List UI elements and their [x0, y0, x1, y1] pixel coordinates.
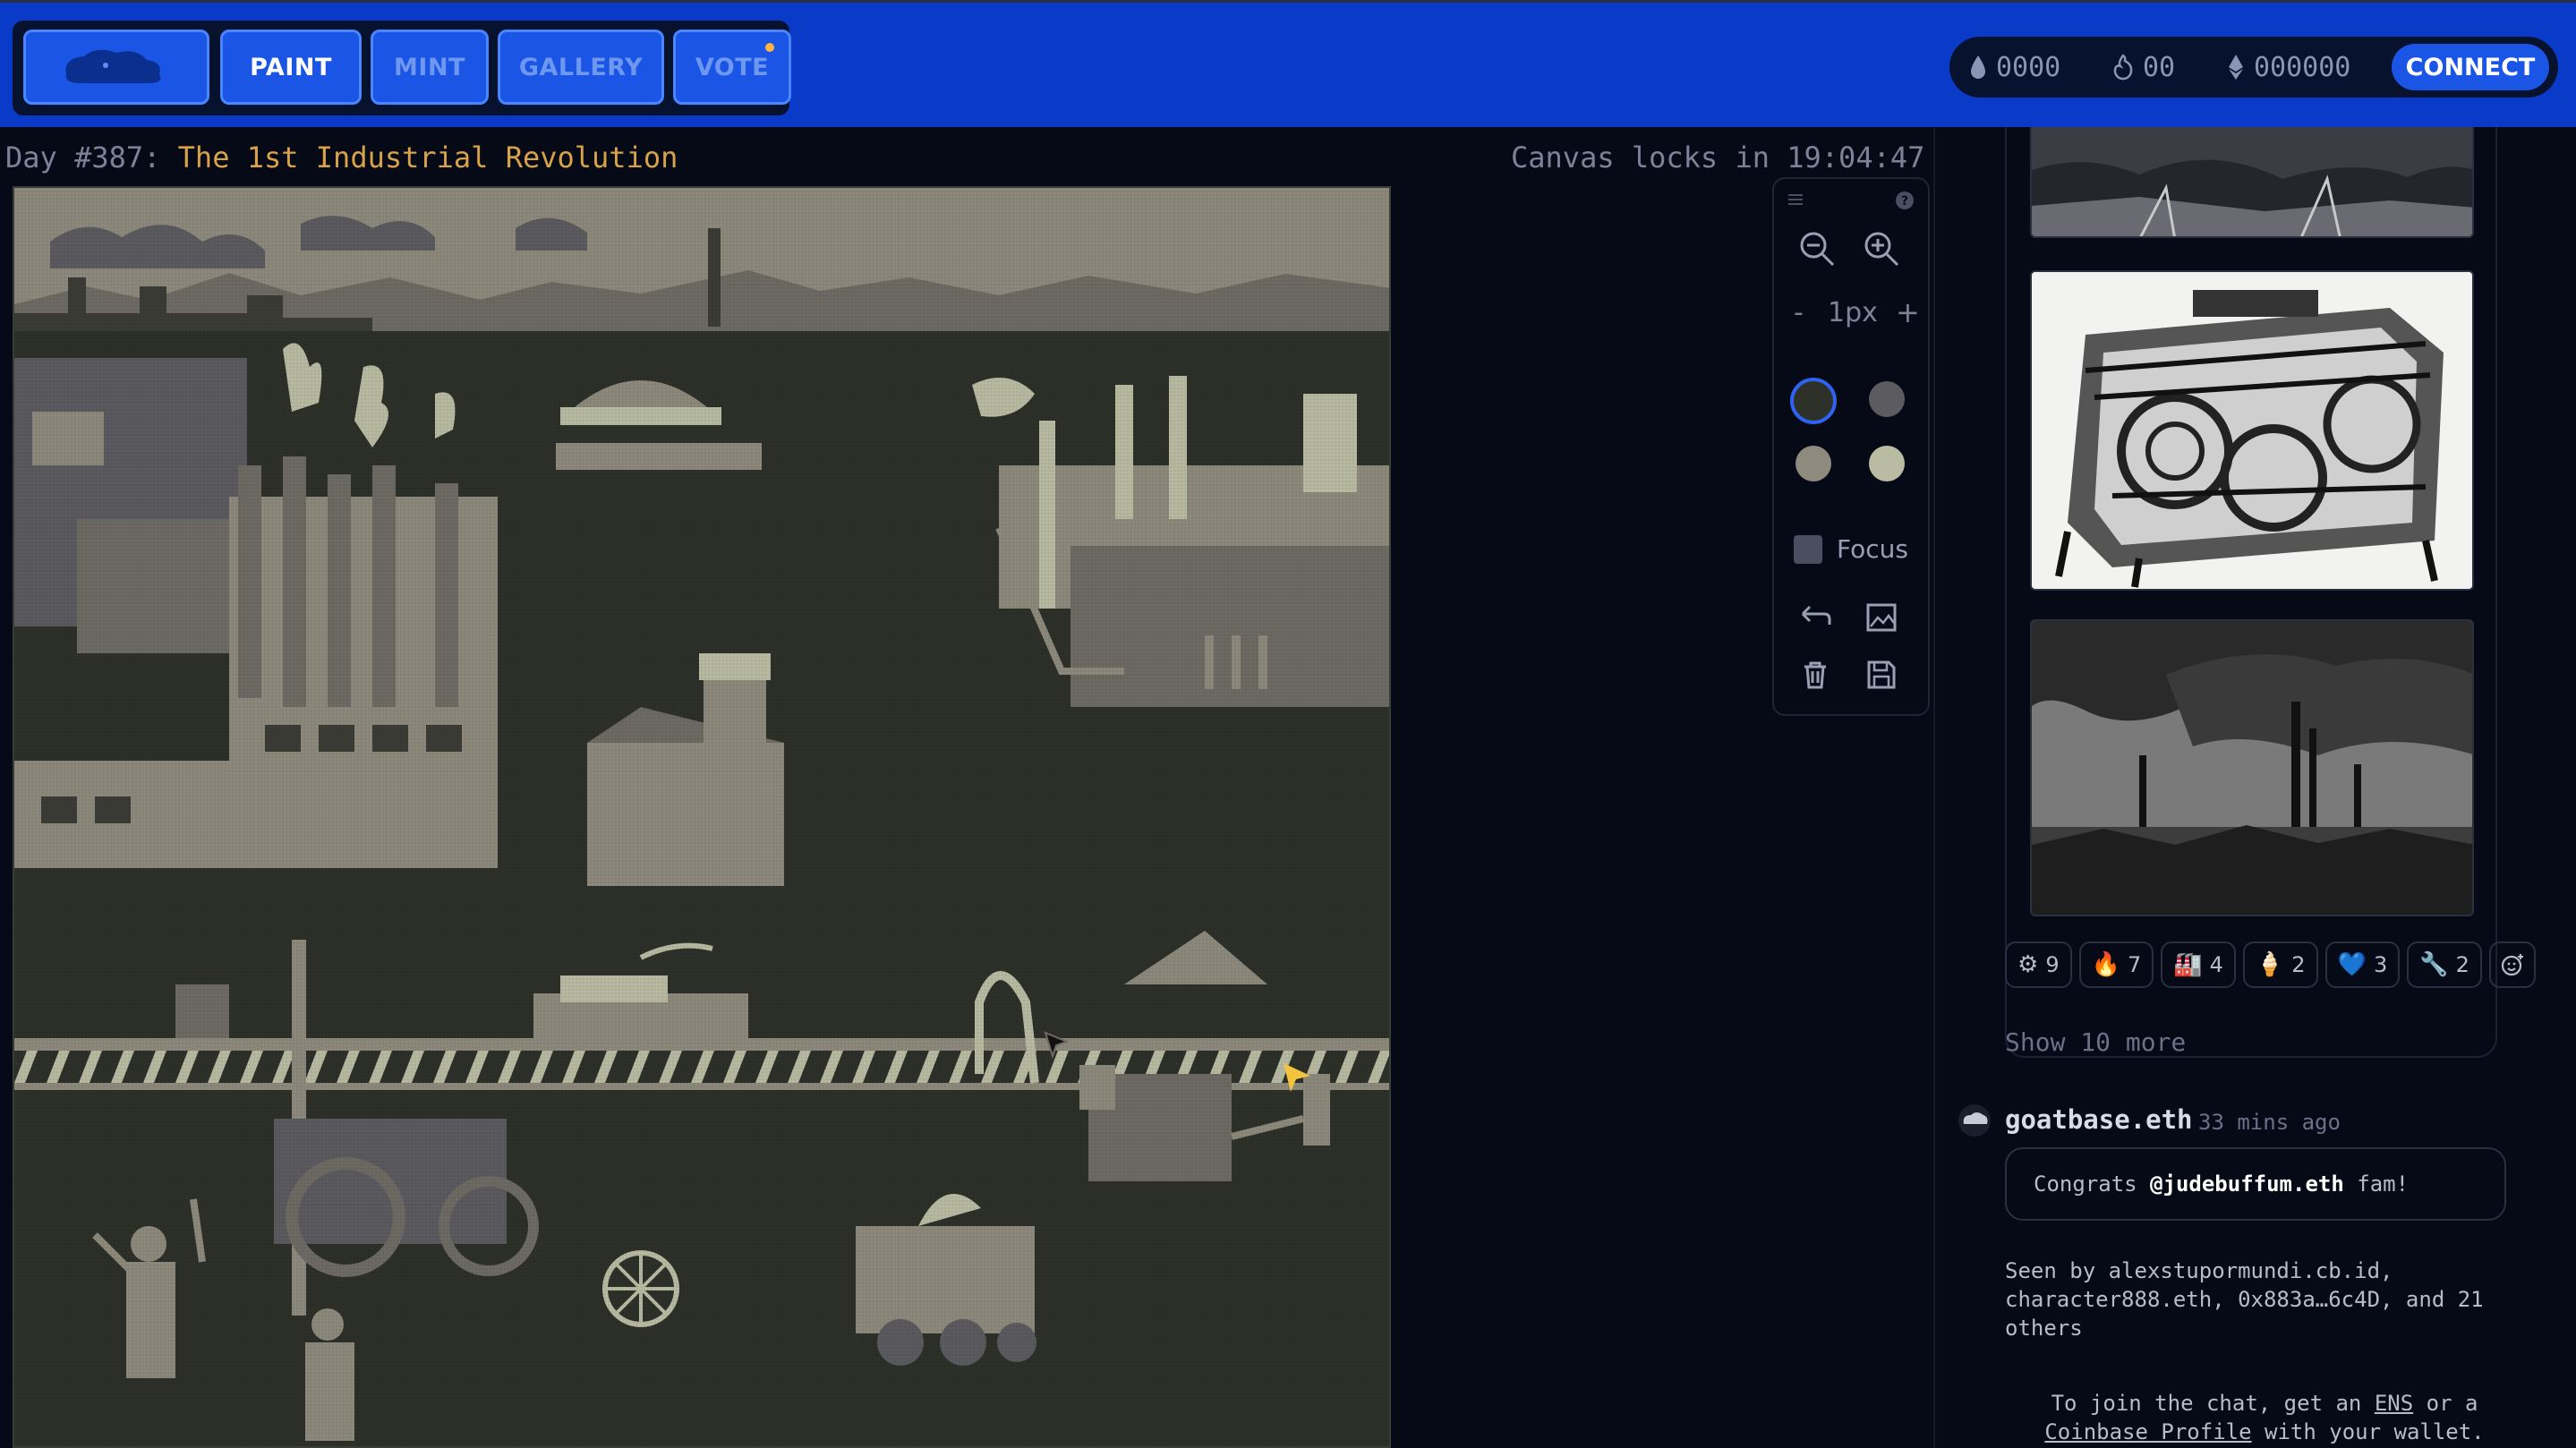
gallery-button[interactable]: GALLERY: [498, 30, 664, 105]
vote-button[interactable]: VOTE: [673, 30, 791, 105]
zoom-out-icon[interactable]: [1797, 229, 1837, 268]
reaction-bar: ⚙ 9 🔥 7 🏭 4 🍦 2 💙 3 🔧 2: [2005, 941, 2536, 988]
ens-link[interactable]: ENS: [2375, 1391, 2413, 1416]
eth-stat: 000000: [2227, 37, 2350, 98]
reaction-count: 2: [2455, 952, 2469, 977]
reaction-emoji: 🔧: [2419, 951, 2449, 978]
message-text: Congrats: [2034, 1171, 2151, 1197]
eth-balance: 000000: [2254, 51, 2351, 83]
reaction-chip[interactable]: 💙 3: [2324, 941, 2401, 988]
tool-panel: ? - 1px + Focus: [1772, 177, 1930, 716]
reaction-chip[interactable]: 🔧 2: [2407, 941, 2482, 988]
show-more-link[interactable]: Show 10 more: [2005, 1027, 2186, 1057]
day-title: Day #387: The 1st Industrial Revolution: [5, 141, 678, 175]
add-reaction-button[interactable]: [2488, 941, 2536, 988]
add-emoji-icon: [2501, 954, 2523, 976]
join-chat-notice: To join the chat, get an ENS or a Coinbas…: [2005, 1389, 2524, 1446]
join-text-1: To join the chat, get an: [2051, 1391, 2375, 1416]
reference-image-landscape[interactable]: [2030, 127, 2474, 238]
trash-icon[interactable]: [1799, 659, 1831, 691]
fire-stat: 00: [2112, 37, 2175, 98]
fire-count: 00: [2143, 51, 2176, 83]
join-text-3: with your wallet.: [2251, 1419, 2485, 1444]
reaction-count: 7: [2127, 952, 2142, 977]
coinbase-profile-link[interactable]: Coinbase Profile: [2044, 1419, 2251, 1444]
color-swatch-3[interactable]: [1796, 446, 1831, 481]
color-swatch-4[interactable]: [1869, 446, 1905, 481]
save-icon[interactable]: [1865, 659, 1898, 691]
help-icon[interactable]: ?: [1894, 190, 1915, 211]
canvas-artwork: [14, 188, 1389, 1446]
vote-label: VOTE: [695, 53, 770, 81]
day-number: Day #387:: [5, 141, 178, 175]
eth-icon: [2229, 55, 2243, 80]
user-avatar-icon: [1958, 1104, 1991, 1137]
color-swatch-2[interactable]: [1869, 381, 1905, 417]
undo-icon[interactable]: [1797, 601, 1833, 634]
message-author[interactable]: goatbase.eth: [2005, 1104, 2193, 1135]
color-swatch-1[interactable]: [1790, 378, 1837, 424]
connect-wallet-button[interactable]: CONNECT: [2392, 44, 2549, 90]
drops-count: 0000: [1996, 51, 2061, 83]
reaction-count: 9: [2045, 952, 2060, 977]
reaction-emoji: 🔥: [2091, 951, 2120, 978]
top-bar: PAINT MINT GALLERY VOTE 0000 00 000000 C…: [0, 0, 2576, 127]
drops-stat: 0000: [1969, 37, 2060, 98]
message-text-end: fam!: [2343, 1171, 2410, 1197]
home-logo-button[interactable]: [23, 30, 209, 105]
mint-button[interactable]: MINT: [371, 30, 489, 105]
reaction-count: 2: [2291, 952, 2306, 977]
pixel-canvas[interactable]: [13, 186, 1391, 1448]
nav-group: PAINT MINT GALLERY VOTE: [13, 21, 791, 115]
canvas-lock-timer: Canvas locks in 19:04:47: [1511, 141, 1925, 175]
reaction-emoji: 🍦: [2255, 951, 2285, 978]
reaction-count: 4: [2209, 952, 2223, 977]
flame-icon: [2113, 54, 2133, 81]
reaction-chip[interactable]: ⚙ 9: [2005, 941, 2072, 988]
reaction-chip[interactable]: 🏭 4: [2161, 941, 2236, 988]
focus-checkbox[interactable]: [1794, 535, 1822, 564]
message-bubble: Congrats @judebuffum.eth fam!: [2005, 1147, 2506, 1221]
wallet-stats: 0000 00 000000 CONNECT: [1949, 37, 2558, 98]
side-panel: ⚙ 9 🔥 7 🏭 4 🍦 2 💙 3 🔧 2 Show 10 more goatbase.eth 3…: [1933, 127, 2576, 1448]
reference-image-smokestacks[interactable]: [2030, 619, 2474, 916]
reaction-chip[interactable]: 🍦 2: [2242, 941, 2318, 988]
notification-dot: [765, 43, 774, 52]
seen-by-text: Seen by alexstupormundi.cb.id, character…: [2005, 1258, 2484, 1341]
reaction-chip[interactable]: 🔥 7: [2078, 941, 2154, 988]
image-reference-icon[interactable]: [1865, 601, 1898, 634]
reaction-emoji: 💙: [2337, 951, 2367, 978]
brush-increase-button[interactable]: +: [1896, 295, 1920, 329]
cloud-goat-logo-icon: [65, 49, 161, 83]
drop-icon: [1971, 55, 1985, 79]
day-theme: The 1st Industrial Revolution: [177, 141, 678, 175]
message-timestamp: 33 mins ago: [2198, 1110, 2341, 1135]
reaction-emoji: ⚙: [2017, 951, 2039, 978]
reaction-emoji: 🏭: [2173, 951, 2203, 978]
drag-handle-icon[interactable]: [1787, 192, 1804, 208]
paint-button[interactable]: PAINT: [220, 30, 362, 105]
reference-images-card: [2005, 127, 2497, 1058]
reference-image-loom[interactable]: [2030, 270, 2474, 591]
zoom-in-icon[interactable]: [1862, 229, 1901, 268]
message-mention[interactable]: @judebuffum.eth: [2150, 1171, 2344, 1197]
reaction-count: 3: [2373, 952, 2388, 977]
join-text-2: or a: [2413, 1391, 2478, 1416]
svg-text:?: ?: [1901, 194, 1908, 209]
focus-label: Focus: [1837, 534, 1908, 564]
